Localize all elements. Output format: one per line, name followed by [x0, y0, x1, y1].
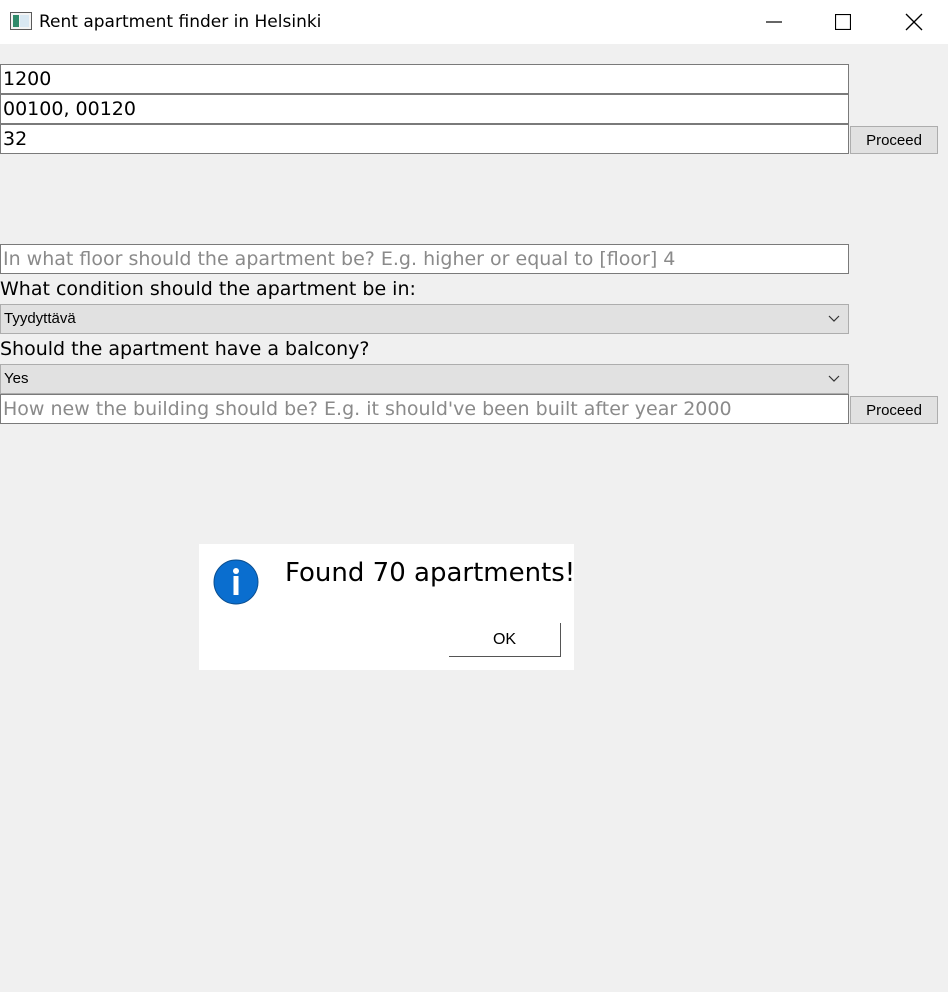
ok-button[interactable]: OK	[449, 623, 561, 657]
maximize-button[interactable]	[820, 0, 866, 44]
size-field[interactable]	[0, 124, 849, 154]
condition-label: What condition should the apartment be i…	[0, 278, 416, 300]
message-dialog: Found 70 apartments! OK	[199, 544, 576, 670]
postal-codes-input[interactable]	[1, 95, 843, 123]
rent-input[interactable]	[1, 65, 843, 93]
title-bar: Rent apartment finder in Helsinki	[0, 0, 948, 44]
dialog-message: Found 70 apartments!	[285, 558, 576, 588]
condition-select[interactable]: Tyydyttävä	[0, 304, 849, 334]
maximize-icon	[835, 14, 851, 30]
proceed-button-2[interactable]: Proceed	[850, 396, 938, 424]
balcony-label: Should the apartment have a balcony?	[0, 338, 370, 360]
minimize-icon	[766, 21, 782, 23]
balcony-select[interactable]: Yes	[0, 364, 849, 394]
condition-selected-value: Tyydyttävä	[4, 310, 76, 327]
floor-field[interactable]	[0, 244, 849, 274]
building-year-field[interactable]	[0, 394, 849, 424]
chevron-down-icon	[828, 375, 840, 382]
floor-input[interactable]	[1, 245, 843, 273]
app-icon	[10, 12, 32, 30]
minimize-button[interactable]	[751, 0, 797, 44]
postal-codes-field[interactable]	[0, 94, 849, 124]
close-icon	[905, 13, 923, 31]
close-button[interactable]	[891, 0, 937, 44]
proceed-button-1[interactable]: Proceed	[850, 126, 938, 154]
window-title: Rent apartment finder in Helsinki	[39, 12, 322, 32]
balcony-selected-value: Yes	[4, 370, 29, 387]
chevron-down-icon	[828, 315, 840, 322]
size-input[interactable]	[1, 125, 843, 153]
info-icon	[213, 559, 259, 605]
rent-field[interactable]	[0, 64, 849, 94]
building-year-input[interactable]	[1, 395, 843, 423]
